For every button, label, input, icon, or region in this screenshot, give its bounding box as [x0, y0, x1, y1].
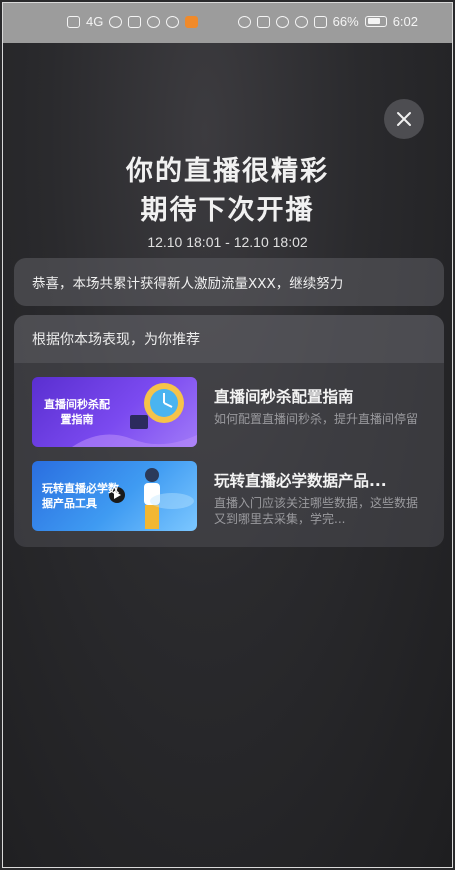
battery-icon: [364, 16, 387, 27]
video-icon: [128, 15, 142, 28]
alarm-icon: [275, 15, 289, 28]
wifi-icon: [109, 15, 123, 28]
vibrate-icon: [313, 15, 327, 28]
live-time-range: 12.10 18:01 - 12.10 18:02: [147, 234, 308, 250]
recommend-item-title: 玩转直播必学数据产品...: [214, 472, 387, 490]
close-button[interactable]: [384, 99, 424, 139]
play-app-icon: [185, 15, 199, 28]
close-icon: [397, 112, 411, 126]
page-title-line1: 你的直播很精彩: [126, 156, 329, 187]
hd-icon: [67, 15, 80, 28]
congrats-text: 恭喜，本场共累计获得新人激励流量XXX，继续努力: [32, 276, 344, 292]
chat-icon: [166, 15, 180, 28]
clock: 6:02: [392, 14, 418, 29]
nfc-icon: [256, 15, 270, 28]
thumbnail-caption: 玩转直播必学数据产品工具: [42, 482, 119, 510]
recommend-item-desc: 直播入门应该关注哪些数据，这些数据又到哪里去采集，学完...: [214, 496, 419, 526]
recommend-thumbnail: 玩转直播必学数据产品工具: [32, 461, 197, 531]
congrats-banner: 恭喜，本场共累计获得新人激励流量XXX，继续努力: [14, 258, 444, 306]
page-title-line2: 期待下次开播: [140, 195, 315, 226]
recommend-item-desc: 如何配置直播间秒杀，提升直播间停留: [214, 412, 419, 426]
camera-icon: [147, 15, 161, 28]
thumbnail-caption: 直播间秒杀配置指南: [44, 398, 110, 426]
status-bar: 4G 66% 6:02: [3, 3, 452, 43]
status-right-icons: 66% 6:02: [237, 14, 418, 29]
recommend-card: 根据你本场表现，为你推荐 直播间秒杀配置指南 直播间秒杀配置指南 如何配置直播间…: [14, 315, 444, 547]
recommend-item-data-tools[interactable]: 玩转直播必学数据产品工具 玩转直播必学数据产品... 直播入门应该关注哪些数据，…: [32, 461, 432, 533]
recommend-thumbnail: 直播间秒杀配置指南: [32, 377, 197, 447]
screen: 4G 66% 6:02 你的直播很精彩 期待下次开播 12.10 18:01 -…: [2, 2, 453, 868]
network-label: 4G: [86, 14, 104, 29]
bluetooth-icon: [294, 15, 308, 28]
eye-icon: [237, 15, 251, 28]
recommend-header: 根据你本场表现，为你推荐: [14, 315, 444, 363]
recommend-item-seckill-guide[interactable]: 直播间秒杀配置指南 直播间秒杀配置指南 如何配置直播间秒杀，提升直播间停留: [32, 377, 432, 449]
battery-percent: 66%: [332, 14, 359, 29]
status-left-icons: 4G: [67, 14, 199, 29]
recommend-item-title: 直播间秒杀配置指南: [214, 388, 354, 406]
